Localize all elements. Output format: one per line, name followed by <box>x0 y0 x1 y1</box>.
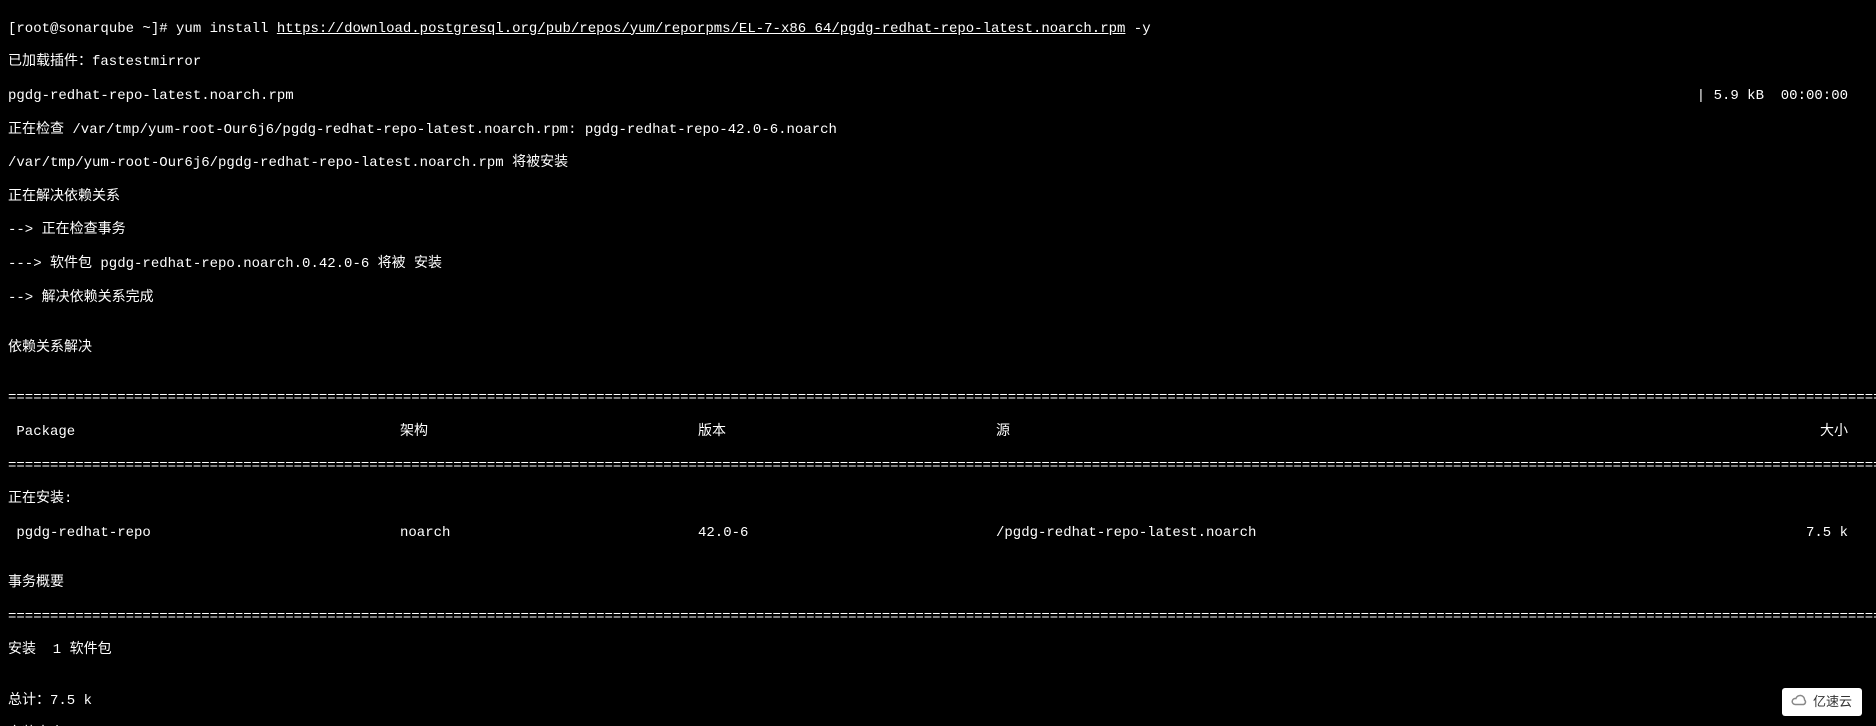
table-header-row: Package架构版本源大小 <box>8 424 1868 441</box>
watermark-text: 亿速云 <box>1813 694 1852 710</box>
col-arch: 架构 <box>400 424 698 441</box>
divider-line: ========================================… <box>8 390 1868 407</box>
col-package: Package <box>8 424 400 441</box>
cmd-url: https://download.postgresql.org/pub/repo… <box>277 21 1126 37</box>
rpm-name: pgdg-redhat-repo-latest.noarch.rpm <box>8 88 294 105</box>
install-count: 安装 1 软件包 <box>8 642 1868 659</box>
output-line: --> 解决依赖关系完成 <box>8 290 1868 307</box>
output-line: 正在检查 /var/tmp/yum-root-Our6j6/pgdg-redha… <box>8 122 1868 139</box>
divider-line: ========================================… <box>8 609 1868 626</box>
terminal-output: [root@sonarqube ~]# yum install https://… <box>0 0 1876 726</box>
cloud-icon <box>1790 691 1808 713</box>
col-version: 版本 <box>698 424 996 441</box>
cell-size: 7.5 k <box>1516 525 1868 542</box>
summary-header: 事务概要 <box>8 575 1868 592</box>
divider-line: ========================================… <box>8 458 1868 475</box>
col-size: 大小 <box>1516 424 1868 441</box>
rpm-download-line: pgdg-redhat-repo-latest.noarch.rpm| 5.9 … <box>8 88 1868 105</box>
output-line: 依赖关系解决 <box>8 340 1868 357</box>
table-row: pgdg-redhat-reponoarch42.0-6/pgdg-redhat… <box>8 525 1868 542</box>
cell-version: 42.0-6 <box>698 525 996 542</box>
cell-source: /pgdg-redhat-repo-latest.noarch <box>996 525 1516 542</box>
output-line: ---> 软件包 pgdg-redhat-repo.noarch.0.42.0-… <box>8 256 1868 273</box>
output-line: /var/tmp/yum-root-Our6j6/pgdg-redhat-rep… <box>8 155 1868 172</box>
watermark-badge: 亿速云 <box>1782 688 1862 716</box>
output-line: --> 正在检查事务 <box>8 222 1868 239</box>
shell-prompt: [root@sonarqube ~]# <box>8 21 176 37</box>
output-line: 正在解决依赖关系 <box>8 189 1868 206</box>
output-line: 已加载插件：fastestmirror <box>8 54 1868 71</box>
total-size: 总计：7.5 k <box>8 693 1868 710</box>
cmd-start: yum install <box>176 21 277 37</box>
cell-package: pgdg-redhat-repo <box>8 525 400 542</box>
col-source: 源 <box>996 424 1516 441</box>
prompt-line: [root@sonarqube ~]# yum install https://… <box>8 21 1868 38</box>
installing-header: 正在安装: <box>8 491 1868 508</box>
cmd-end: -y <box>1125 21 1150 37</box>
rpm-stat: | 5.9 kB 00:00:00 <box>294 88 1868 105</box>
cell-arch: noarch <box>400 525 698 542</box>
